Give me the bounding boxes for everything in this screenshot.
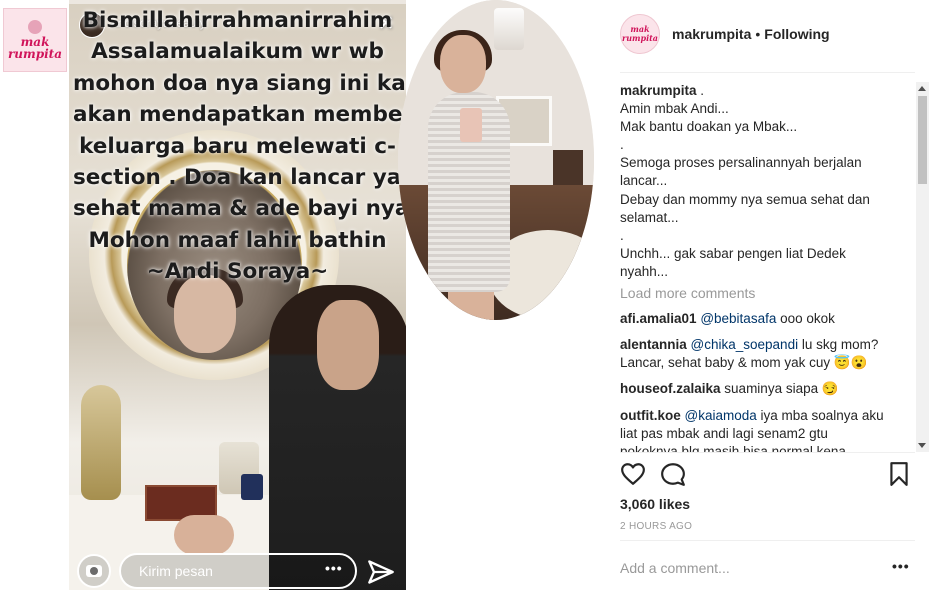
side-table [553,150,583,190]
story-reply-bar: ••• [69,548,406,590]
thumbnail-logo: mak rumpita [7,35,62,61]
post-header: mak rumpita makrumpita • Following [620,12,920,56]
caption-text: nyahh... [620,263,669,279]
story-screenshot: andisorayabeauty ✕ Bismillahirrahmanirra… [69,0,406,590]
caption-text: Debay dan mommy nya semua sehat dan [620,191,870,207]
post-side-panel: mak rumpita makrumpita • Following makru… [606,0,929,590]
separator-dot: • [755,26,761,42]
comment-username[interactable]: houseof.zalaika [620,381,721,396]
scroll-up-arrow-icon[interactable] [918,86,926,91]
divider [620,540,915,541]
caption-line: sehat mama & ade bayi nya. [73,196,406,222]
woman-head [440,35,486,93]
comments-list: makrumpita . Amin mbak Andi... Mak bantu… [620,82,915,452]
woman-face [317,300,379,390]
comment-item: afi.amalia01 @bebitasafa ooo okok [620,310,915,328]
maternity-photo-oval [398,0,594,320]
comment-icon[interactable] [660,461,686,487]
caption-line: Mohon maaf lahir bathin [88,227,387,253]
comment-mention[interactable]: @chika_soepandi [691,337,799,352]
comment-username[interactable]: afi.amalia01 [620,311,697,326]
caption-line: Assalamualaikum wr wb [91,39,384,65]
caption-line: Bismillahirrahmanirrahim [82,8,393,33]
comment-item: houseof.zalaika suaminya siapa 😏 [620,380,915,398]
post-timestamp[interactable]: 2 HOURS AGO [620,521,692,532]
phone-in-hand [460,108,482,142]
caption-text: . [700,83,705,98]
scrollbar-thumb[interactable] [918,96,927,184]
story-progress-bar [69,0,406,4]
following-button[interactable]: Following [764,26,829,42]
caption-line: akan mendapatkan member [73,102,406,128]
instagram-post-view: mak rumpita andisorayabeauty ✕ Bismillah… [0,0,929,590]
post-actions [620,461,910,489]
camera-icon [86,565,102,577]
comments-scrollbar[interactable] [916,82,929,452]
caption-text: . [620,137,624,153]
bird-figurine [81,385,121,500]
bookmark-icon[interactable] [886,461,912,487]
divider [620,72,915,73]
comment-item: outfit.koe @kaiamoda iya mba soalnya aku… [620,407,915,453]
profile-thumbnail[interactable]: mak rumpita [3,8,67,72]
post-media-area: mak rumpita andisorayabeauty ✕ Bismillah… [0,0,606,590]
chandelier [494,8,524,50]
comment-mention[interactable]: @bebitasafa [700,311,776,326]
caption-text: lancar... [620,173,668,189]
blue-candle [241,474,263,500]
caption-username[interactable]: makrumpita [620,83,697,98]
comment-text: ooo okok [776,311,835,327]
caption-line: mohon doa nya siang ini kami [73,70,406,96]
comment-mention[interactable]: @kaiamoda [685,408,757,423]
caption-line: section . Doa kan lancar yah & [73,165,406,191]
story-more-icon[interactable]: ••• [325,560,343,576]
comment-item: alentannia @chika_soepandi lu skg mom? L… [620,336,915,372]
caption-text: . [620,227,624,243]
divider [620,452,915,453]
flower-icon [28,20,42,34]
post-username[interactable]: makrumpita [672,26,751,42]
send-icon[interactable] [367,558,395,586]
caption-line: keluarga baru melewati c- [79,133,396,159]
caption-line: ~Andi Soraya~ [146,259,329,285]
camera-button[interactable] [77,554,111,588]
comment-text: suaminya siapa 😏 [720,381,839,397]
caption-header: makrumpita . [620,82,915,100]
story-message-input[interactable] [119,553,357,589]
caption-text: Mak bantu doakan ya Mbak... [620,119,798,135]
story-caption: Bismillahirrahmanirrahim Assalamualaikum… [69,5,406,288]
comment-username[interactable]: outfit.koe [620,408,681,423]
caption-text: Amin mbak Andi... [620,101,729,117]
post-avatar[interactable]: mak rumpita [620,14,660,54]
caption-text: Unchh... gak sabar pengen liat Dedek [620,245,846,261]
scroll-down-arrow-icon[interactable] [918,443,926,448]
add-comment-input[interactable] [620,556,860,580]
caption-text: selamat... [620,209,679,225]
more-icon[interactable]: ••• [892,558,910,574]
caption-text: Semoga proses persalinannyah berjalan [620,155,862,171]
comment-username[interactable]: alentannia [620,337,687,352]
heart-icon[interactable] [620,461,646,487]
load-more-comments-button[interactable]: Load more comments [620,284,915,302]
likes-count[interactable]: 3,060 likes [620,496,690,512]
